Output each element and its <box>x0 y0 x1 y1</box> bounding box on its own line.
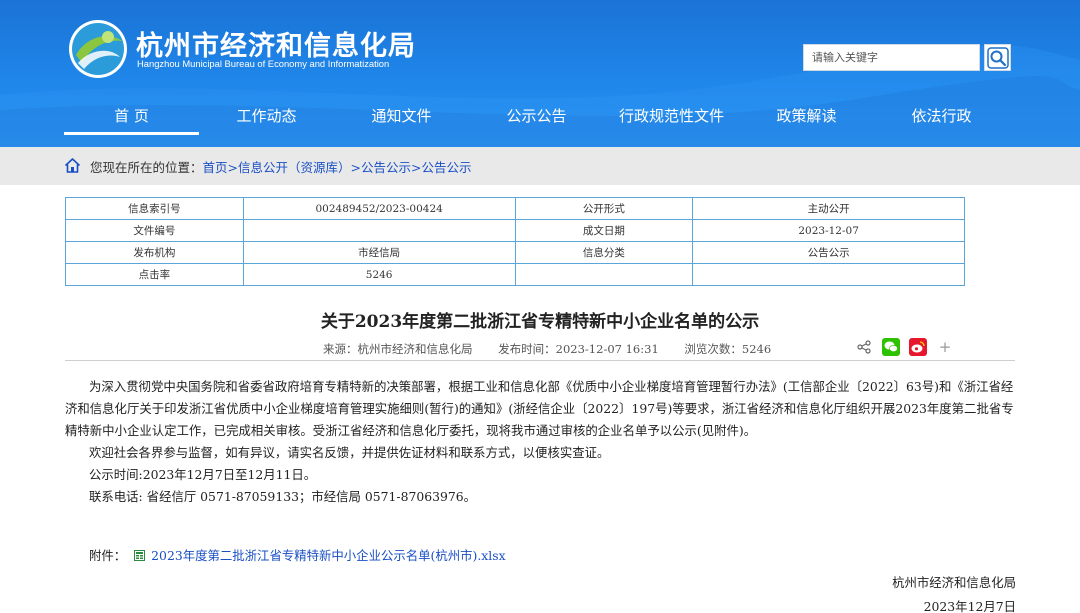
search-icon <box>986 46 1009 69</box>
nav-work-news[interactable]: 工作动态 <box>199 97 334 135</box>
table-cell: 公开形式 <box>514 197 694 220</box>
table-cell: 发布机构 <box>65 241 244 264</box>
signature-org: 杭州市经济和信息化局 <box>892 575 1016 590</box>
contact-info: 联系电话: 省经信厅 0571-87059133；市经信局 0571-87063… <box>89 489 477 504</box>
table-row: 信息索引号 002489452/2023-00424 公开形式 主动公开 <box>65 197 965 220</box>
table-cell: 信息索引号 <box>65 197 244 220</box>
breadcrumb-info-public[interactable]: 信息公开（资源库） <box>238 160 351 175</box>
table-cell: 市经信局 <box>242 241 516 264</box>
nav-notices[interactable]: 通知文件 <box>334 97 469 135</box>
plus-icon[interactable]: + <box>936 338 954 356</box>
article-body: 为深入贯彻党中央国务院和省委省政府培育专精特新的决策部署，根据工业和信息化部《优… <box>65 376 1015 508</box>
article-views: 浏览次数：5246 <box>684 342 772 356</box>
table-row: 发布机构 市经信局 信息分类 公告公示 <box>65 241 965 264</box>
table-cell: 2023-12-07 <box>692 219 965 242</box>
site-header: 杭州市经济和信息化局 Hangzhou Municipal Bureau of … <box>0 0 1080 147</box>
table-cell <box>242 219 516 242</box>
signature: 杭州市经济和信息化局 2023年12月7日 <box>892 571 1016 613</box>
search-button[interactable] <box>984 44 1011 71</box>
share-icon[interactable] <box>855 338 873 356</box>
nav-home[interactable]: 首 页 <box>64 97 199 135</box>
article-paragraph: 为深入贯彻党中央国务院和省委省政府培育专精特新的决策部署，根据工业和信息化部《优… <box>65 379 1014 438</box>
table-cell: 文件编号 <box>65 219 244 242</box>
table-row: 文件编号 成文日期 2023-12-07 <box>65 219 965 242</box>
attachment-label: 附件： <box>89 548 127 563</box>
table-cell: 公告公示 <box>692 241 965 264</box>
search-input[interactable] <box>803 44 980 71</box>
article-publish-time: 发布时间：2023-12-07 16:31 <box>498 342 659 356</box>
article-paragraph: 欢迎社会各界参与监督，如有异议，请实名反馈，并提供佐证材料和联系方式，以便核实查… <box>89 445 610 460</box>
notice-time: 公示时间:2023年12月7日至12月11日。 <box>89 467 317 482</box>
breadcrumb-prefix: 您现在所在的位置： <box>90 160 203 175</box>
table-cell <box>692 263 965 286</box>
article-meta: 来源：杭州市经济和信息化局 发布时间：2023-12-07 16:31 浏览次数… <box>323 341 793 357</box>
share-bar: + <box>855 337 954 357</box>
breadcrumb-home[interactable]: 首页 <box>203 160 228 175</box>
signature-date: 2023年12月7日 <box>923 599 1016 613</box>
article-source: 来源：杭州市经济和信息化局 <box>323 342 473 356</box>
table-cell <box>514 263 694 286</box>
breadcrumb-separator: > <box>227 160 239 175</box>
breadcrumb-current[interactable]: 公告公示 <box>422 160 472 175</box>
main-nav: 首 页 工作动态 通知文件 公示公告 行政规范性文件 政策解读 依法行政 <box>64 97 1009 135</box>
breadcrumb-separator: > <box>411 160 422 175</box>
nav-law-administration[interactable]: 依法行政 <box>874 97 1009 135</box>
table-cell: 信息分类 <box>514 241 694 264</box>
nav-policy-interpretation[interactable]: 政策解读 <box>739 97 874 135</box>
table-cell: 002489452/2023-00424 <box>242 197 516 220</box>
table-cell: 5246 <box>242 263 516 286</box>
table-cell: 点击率 <box>65 263 244 286</box>
breadcrumb: 您现在所在的位置：首页>信息公开（资源库）>公告公示>公告公示 <box>90 157 472 176</box>
wechat-icon[interactable] <box>882 338 900 356</box>
nav-announcements[interactable]: 公示公告 <box>469 97 604 135</box>
attachment-link[interactable]: 2023年度第二批浙江省专精特新中小企业公示名单(杭州市).xlsx <box>151 546 505 564</box>
info-table: 信息索引号 002489452/2023-00424 公开形式 主动公开 文件编… <box>65 197 965 286</box>
table-cell: 主动公开 <box>692 197 965 220</box>
weibo-icon[interactable] <box>909 338 927 356</box>
site-name-en: Hangzhou Municipal Bureau of Economy and… <box>137 58 390 69</box>
content-divider <box>65 360 1015 361</box>
table-row: 点击率 5246 <box>65 263 965 286</box>
article-title: 关于2023年度第二批浙江省专精特新中小企业名单的公示 <box>320 312 760 332</box>
bureau-logo-icon <box>69 20 127 78</box>
breadcrumb-separator: > <box>350 160 362 175</box>
nav-regulatory-docs[interactable]: 行政规范性文件 <box>604 97 739 135</box>
excel-file-icon <box>134 549 146 561</box>
breadcrumb-announcements[interactable]: 公告公示 <box>361 160 411 175</box>
home-icon <box>64 158 81 173</box>
attachment: 附件： 2023年度第二批浙江省专精特新中小企业公示名单(杭州市).xlsx <box>89 546 506 564</box>
table-cell: 成文日期 <box>514 219 694 242</box>
